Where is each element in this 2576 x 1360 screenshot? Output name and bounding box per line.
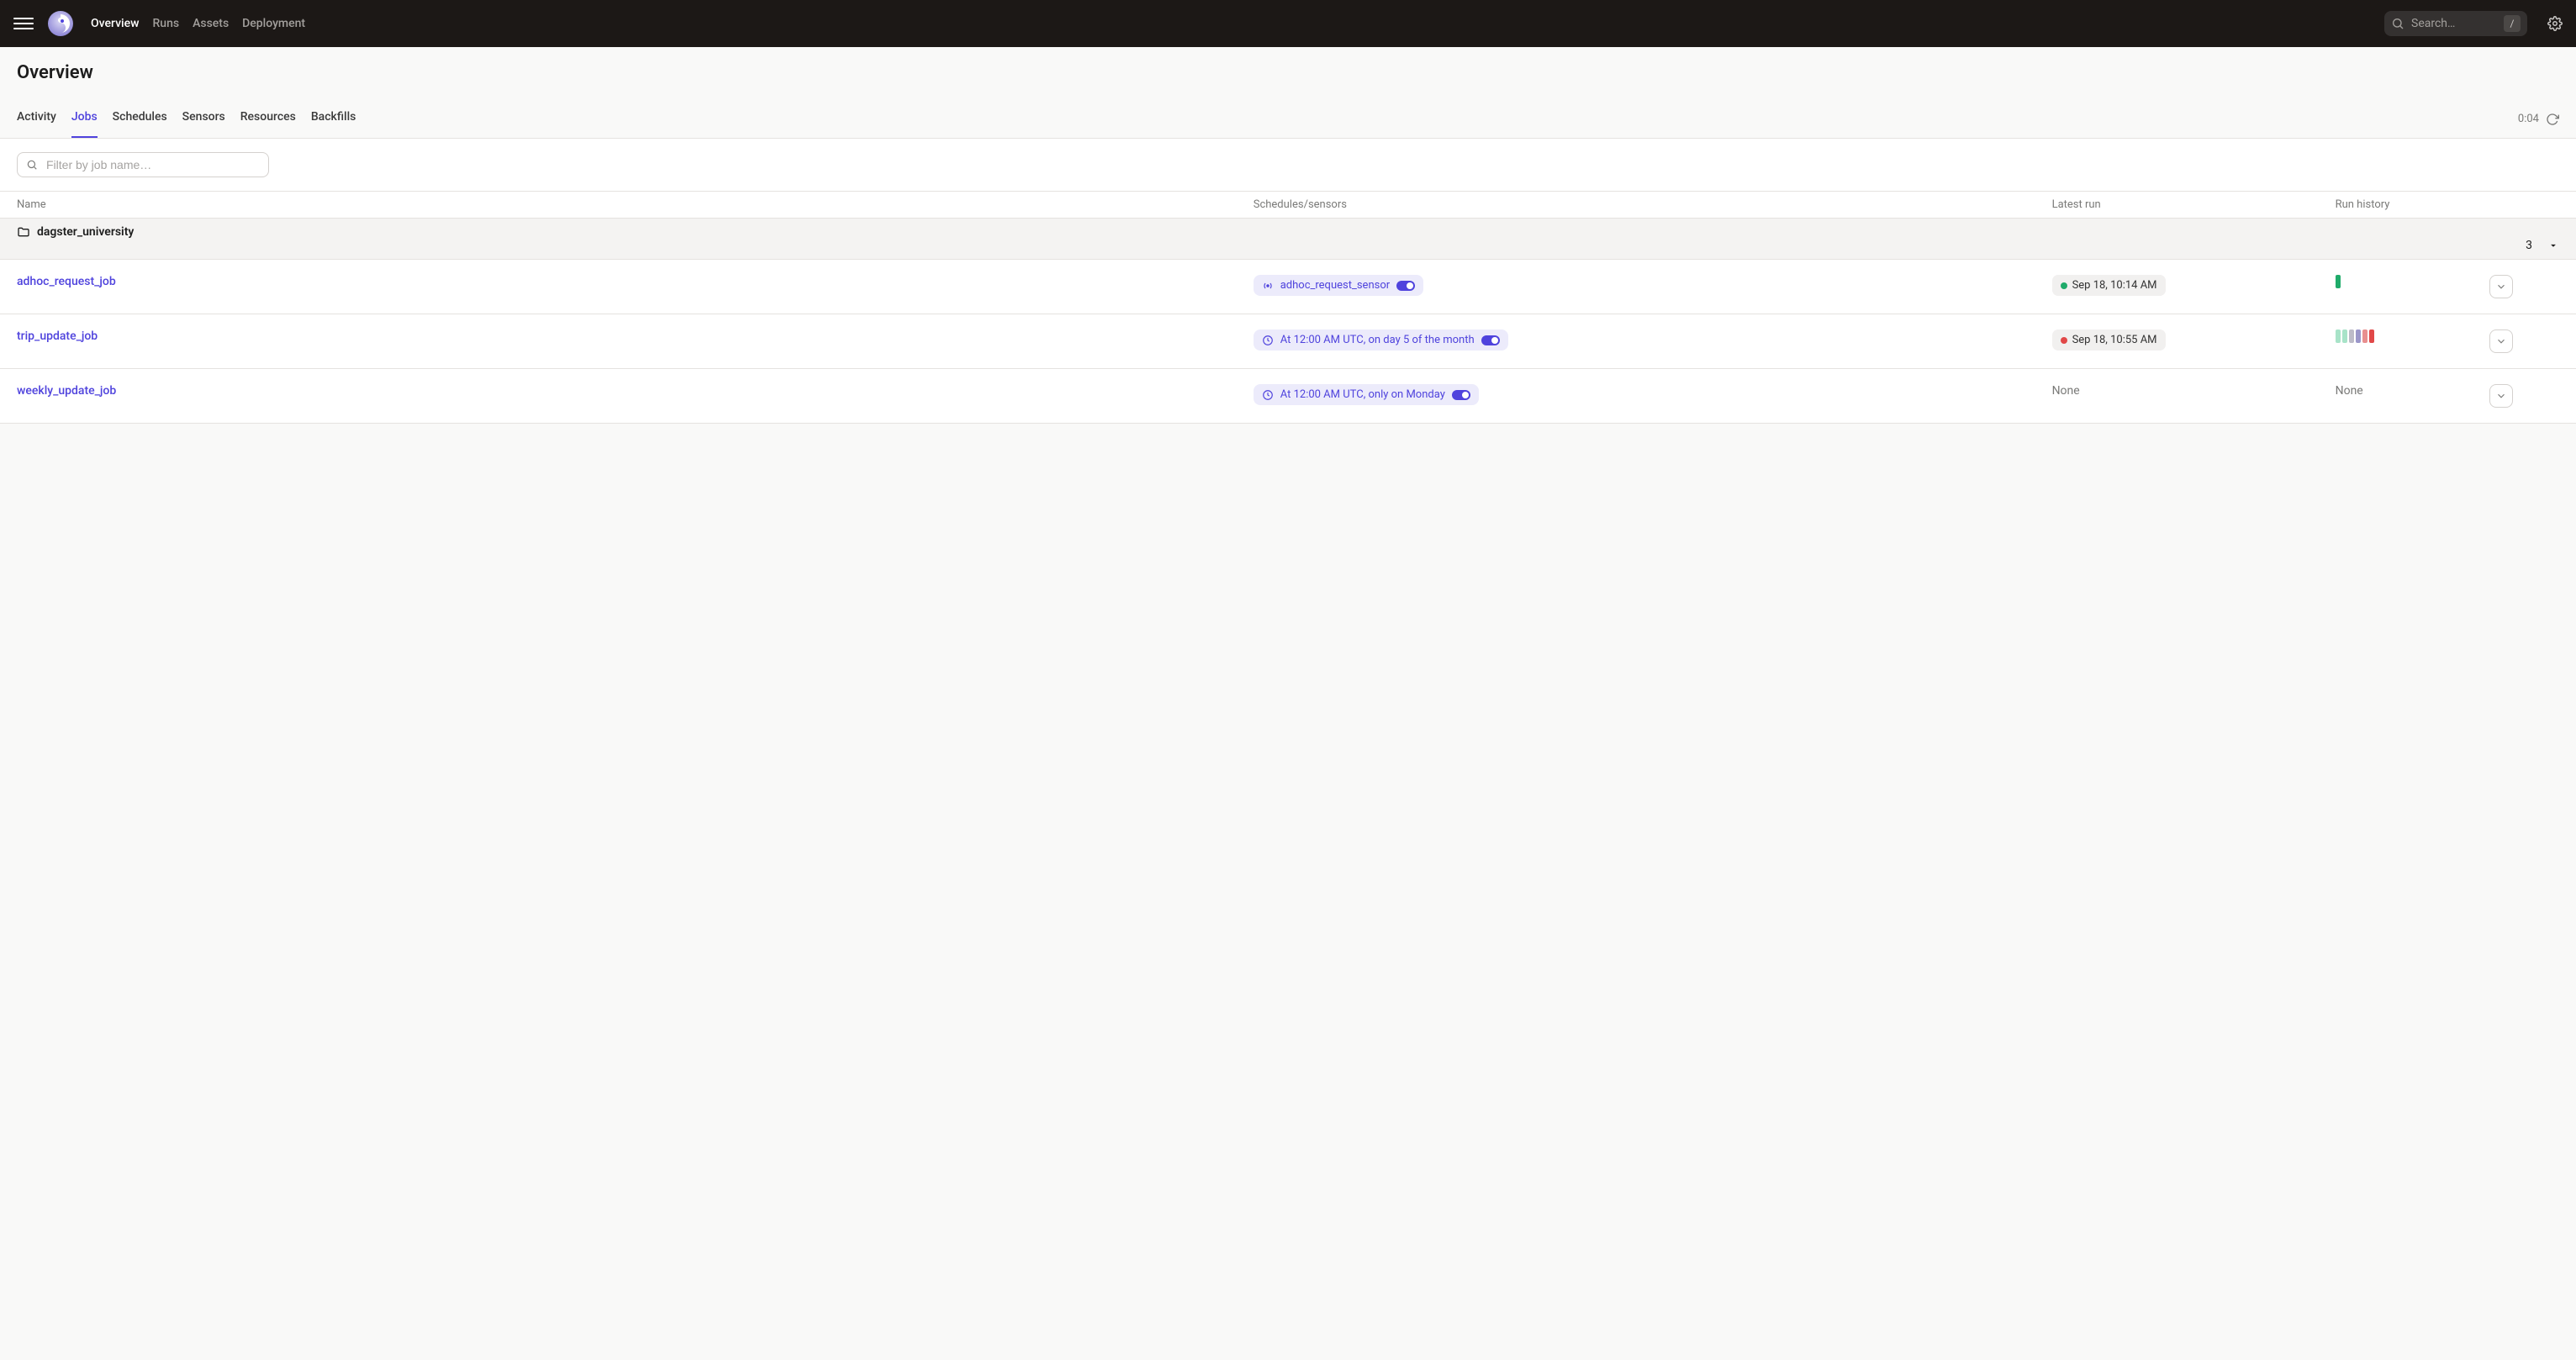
run-history-sparkline[interactable] — [2336, 275, 2457, 288]
tab-schedules[interactable]: Schedules — [113, 105, 167, 138]
tab-backfills[interactable]: Backfills — [311, 105, 356, 138]
filter-input[interactable] — [17, 152, 269, 177]
pill-label: adhoc_request_sensor — [1280, 279, 1390, 292]
status-dot-fail-icon — [2061, 337, 2067, 344]
history-bar — [2369, 329, 2374, 343]
col-header-latest: Latest run — [2035, 192, 2319, 219]
search-icon — [2391, 17, 2404, 30]
chevron-down-icon — [2495, 335, 2507, 347]
history-bar — [2336, 275, 2341, 288]
job-link[interactable]: trip_update_job — [17, 329, 98, 343]
row-actions-button[interactable] — [2489, 384, 2513, 408]
schedule-pill[interactable]: At 12:00 AM UTC, on day 5 of the month — [1254, 329, 1508, 351]
tabs: Activity Jobs Schedules Sensors Resource… — [0, 105, 2576, 139]
latest-run-none: None — [2052, 384, 2080, 398]
pill-label: At 12:00 AM UTC, only on Monday — [1280, 388, 1445, 401]
chevron-down-icon — [2495, 390, 2507, 402]
schedule-toggle[interactable] — [1452, 390, 1470, 400]
history-bar — [2362, 329, 2367, 343]
latest-run-pill[interactable]: Sep 18, 10:14 AM — [2052, 275, 2166, 296]
history-bar — [2349, 329, 2354, 343]
nav-link-overview[interactable]: Overview — [91, 17, 139, 30]
latest-run-time: Sep 18, 10:55 AM — [2072, 334, 2157, 346]
dagster-logo-icon[interactable] — [47, 10, 74, 37]
refresh-countdown: 0:04 — [2518, 113, 2539, 125]
search-input[interactable]: Search… / — [2384, 11, 2527, 36]
nav-link-runs[interactable]: Runs — [152, 17, 179, 30]
sensor-icon — [1262, 280, 1274, 292]
history-bar — [2342, 329, 2347, 343]
clock-icon — [1262, 335, 1274, 346]
tab-activity[interactable]: Activity — [17, 105, 56, 138]
jobs-table: Name Schedules/sensors Latest run Run hi… — [0, 192, 2576, 424]
history-bar — [2356, 329, 2361, 343]
tab-jobs[interactable]: Jobs — [71, 105, 98, 138]
page-header: Overview — [0, 47, 2576, 90]
repo-group-row[interactable]: dagster_university 3 — [0, 219, 2576, 260]
repo-job-count: 3 — [2526, 239, 2532, 252]
job-name-filter[interactable] — [45, 157, 260, 172]
folder-icon — [17, 225, 30, 239]
gear-icon[interactable] — [2547, 16, 2563, 31]
caret-down-icon[interactable] — [2547, 240, 2559, 251]
filter-row — [0, 139, 2576, 192]
search-placeholder: Search… — [2411, 17, 2497, 30]
history-bar — [2336, 329, 2341, 343]
col-header-name: Name — [0, 192, 1237, 219]
status-dot-success-icon — [2061, 282, 2067, 289]
search-key-hint: / — [2504, 15, 2521, 32]
row-actions-button[interactable] — [2489, 329, 2513, 353]
table-row: adhoc_request_job adhoc_request_sensor S… — [0, 260, 2576, 314]
repo-group-name: dagster_university — [37, 225, 134, 239]
top-nav: Overview Runs Assets Deployment Search… … — [0, 0, 2576, 47]
menu-icon[interactable] — [13, 13, 34, 34]
run-history-none: None — [2336, 384, 2363, 398]
col-header-schedules: Schedules/sensors — [1237, 192, 2035, 219]
table-row: trip_update_job At 12:00 AM UTC, on day … — [0, 314, 2576, 369]
tab-resources[interactable]: Resources — [240, 105, 296, 138]
col-header-actions — [2473, 192, 2576, 219]
col-header-history: Run history — [2319, 192, 2473, 219]
refresh-status: 0:04 — [2518, 113, 2559, 131]
search-icon — [26, 159, 38, 171]
refresh-icon[interactable] — [2546, 113, 2559, 126]
table-row: weekly_update_job At 12:00 AM UTC, only … — [0, 369, 2576, 424]
latest-run-time: Sep 18, 10:14 AM — [2072, 279, 2157, 292]
job-link[interactable]: weekly_update_job — [17, 384, 116, 398]
nav-links: Overview Runs Assets Deployment — [91, 17, 305, 30]
sensor-toggle[interactable] — [1396, 281, 1415, 291]
tab-sensors[interactable]: Sensors — [182, 105, 225, 138]
sensor-pill[interactable]: adhoc_request_sensor — [1254, 275, 1423, 296]
nav-link-deployment[interactable]: Deployment — [242, 17, 305, 30]
pill-label: At 12:00 AM UTC, on day 5 of the month — [1280, 334, 1475, 346]
schedule-toggle[interactable] — [1481, 335, 1500, 345]
job-link[interactable]: adhoc_request_job — [17, 275, 116, 288]
schedule-pill[interactable]: At 12:00 AM UTC, only on Monday — [1254, 384, 1479, 405]
nav-link-assets[interactable]: Assets — [193, 17, 229, 30]
clock-icon — [1262, 389, 1274, 401]
chevron-down-icon — [2495, 281, 2507, 293]
latest-run-pill[interactable]: Sep 18, 10:55 AM — [2052, 329, 2166, 351]
page-title: Overview — [17, 62, 2559, 83]
run-history-sparkline[interactable] — [2336, 329, 2457, 343]
row-actions-button[interactable] — [2489, 275, 2513, 298]
